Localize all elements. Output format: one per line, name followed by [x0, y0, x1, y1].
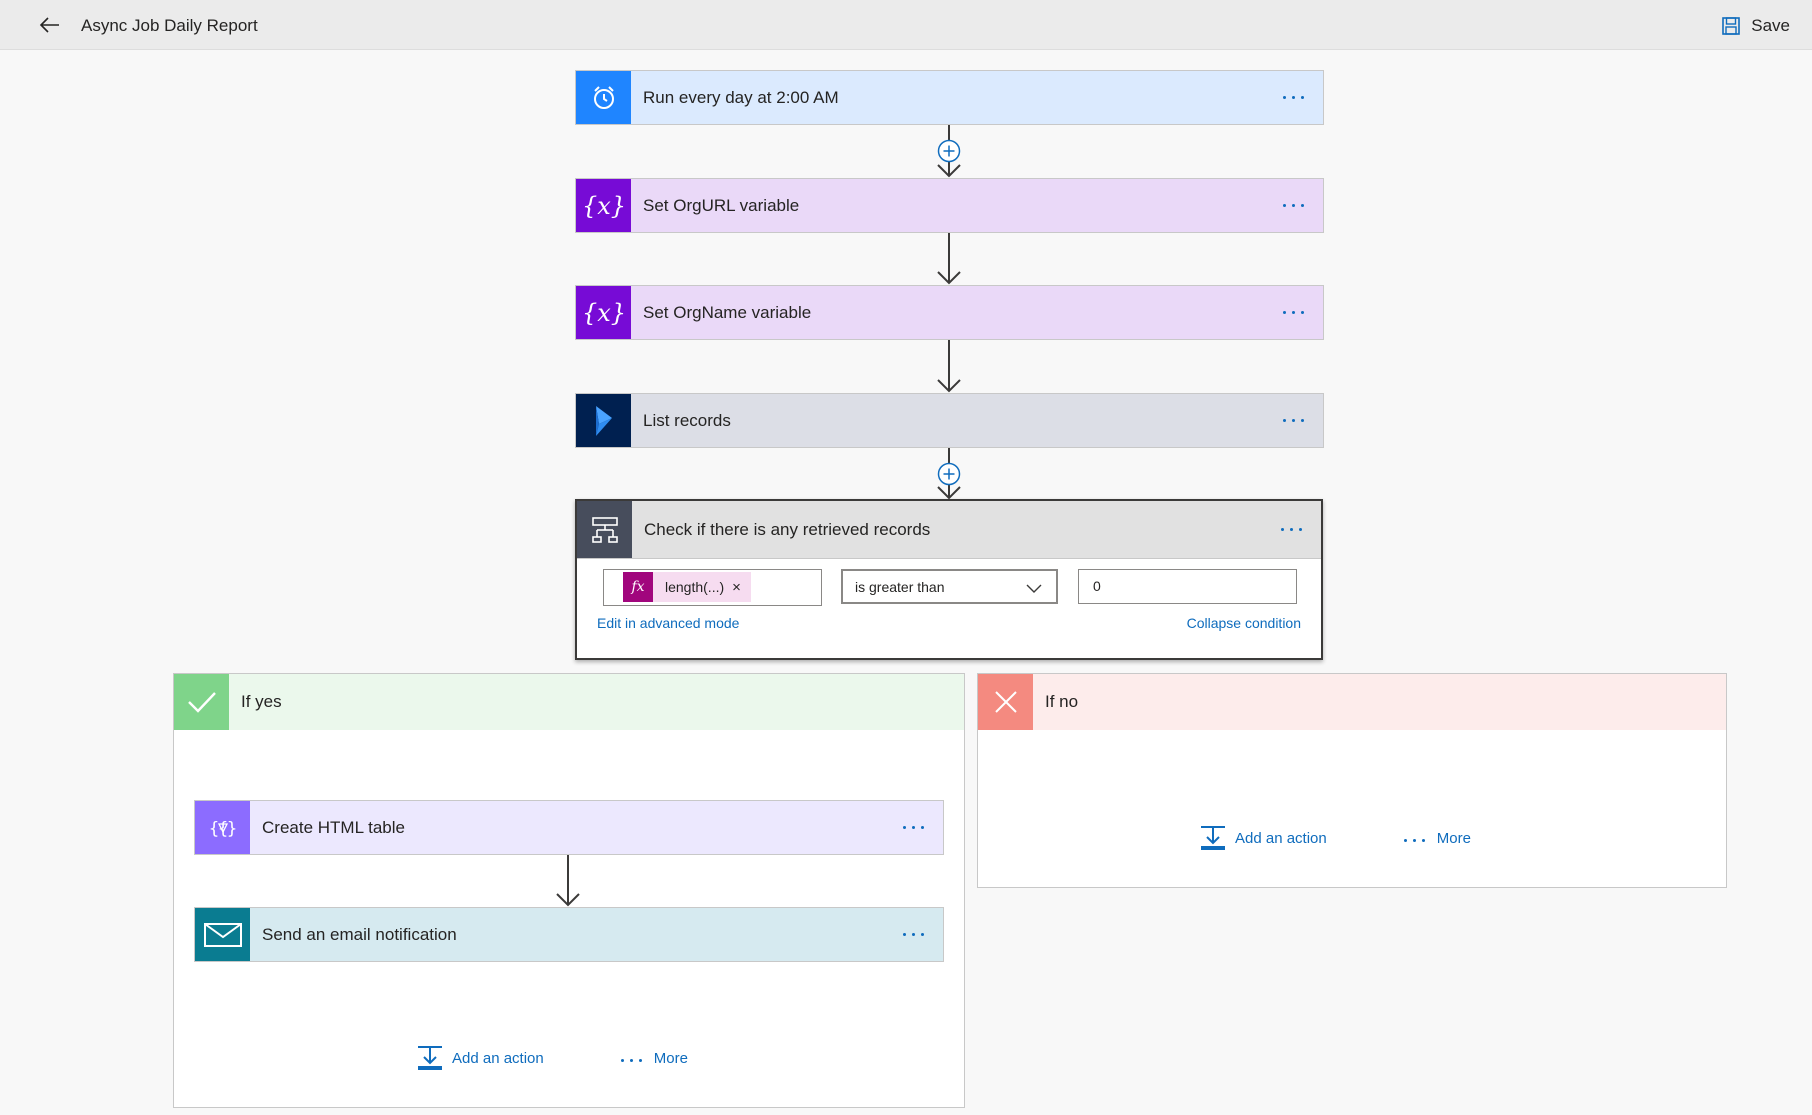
svg-text:{x}: {x}	[582, 192, 626, 220]
edit-advanced-mode-link[interactable]: Edit in advanced mode	[597, 615, 739, 631]
more-options-button[interactable]	[883, 908, 943, 961]
step-card-list-records[interactable]: List records	[575, 393, 1324, 448]
save-button[interactable]: Save	[1721, 12, 1790, 40]
more-options-button[interactable]	[1263, 71, 1323, 124]
step-label: Set OrgURL variable	[643, 195, 800, 215]
connector-arrow	[556, 855, 580, 907]
branch-no-add-row: Add an action More	[1200, 825, 1471, 851]
more-button[interactable]: More	[1401, 829, 1471, 847]
branch-icon-box	[174, 674, 229, 730]
connector-arrow	[937, 233, 961, 285]
expression-token-text: length(...)	[665, 579, 725, 595]
svg-text:}: }	[226, 819, 237, 839]
fx-icon: fx	[623, 572, 653, 602]
expression-token[interactable]: fx length(...) ×	[623, 572, 751, 602]
svg-text:{: {	[208, 819, 219, 839]
connector-arrow	[937, 340, 961, 393]
more-button[interactable]: More	[618, 1049, 688, 1067]
back-arrow-icon	[39, 17, 59, 33]
insert-step-plus-icon[interactable]	[937, 462, 961, 486]
step-icon-box	[576, 394, 631, 447]
add-an-action-button[interactable]: Add an action	[417, 1045, 544, 1071]
branch-yes-add-row: Add an action More	[417, 1045, 688, 1071]
more-options-button[interactable]	[1261, 501, 1321, 558]
branch-if-yes: If yes { { } Create HTML table Send an e…	[173, 673, 965, 1108]
condition-right-operand-field[interactable]: 0	[1078, 569, 1297, 604]
add-action-icon	[1201, 826, 1225, 850]
back-button[interactable]	[34, 10, 64, 40]
more-label: More	[653, 1049, 688, 1067]
step-icon-box	[195, 908, 250, 961]
branch-icon-box	[978, 674, 1033, 730]
step-label: Run every day at 2:00 AM	[643, 87, 839, 107]
insert-step-plus-icon[interactable]	[937, 139, 961, 163]
condition-value: 0	[1093, 578, 1101, 594]
mail-icon	[203, 922, 242, 947]
more-options-button[interactable]	[883, 801, 943, 854]
step-icon-box: { { }	[195, 801, 250, 854]
step-label: Send an email notification	[262, 924, 457, 944]
more-label: More	[1436, 829, 1471, 847]
collapse-condition-link[interactable]: Collapse condition	[1187, 615, 1301, 631]
add-an-action-button[interactable]: Add an action	[1200, 825, 1327, 851]
ellipsis-icon	[618, 1049, 645, 1067]
step-label: List records	[643, 410, 731, 430]
condition-left-operand-field[interactable]: fx length(...) ×	[603, 569, 822, 606]
operator-dropdown[interactable]: is greater than	[841, 569, 1058, 604]
condition-icon-box	[577, 501, 632, 558]
condition-label: Check if there is any retrieved records	[644, 519, 931, 539]
action-card-send-email[interactable]: Send an email notification	[194, 907, 944, 962]
variable-icon: {x}	[582, 299, 626, 327]
branch-if-no-header[interactable]: If no	[978, 674, 1726, 730]
dynamics-icon	[595, 405, 612, 436]
step-icon-box: {x}	[576, 179, 631, 232]
save-label: Save	[1751, 16, 1790, 35]
branch-if-no: If no Add an action More	[977, 673, 1727, 888]
branch-label: If no	[1045, 692, 1079, 711]
step-card-recurrence[interactable]: Run every day at 2:00 AM	[575, 70, 1324, 125]
svg-text:{x}: {x}	[582, 299, 626, 327]
step-icon-box: {x}	[576, 286, 631, 339]
step-label: Create HTML table	[262, 817, 405, 837]
condition-branch-icon	[591, 516, 618, 543]
condition-card[interactable]: Check if there is any retrieved records …	[575, 499, 1323, 660]
more-options-button[interactable]	[1263, 394, 1323, 447]
condition-header[interactable]: Check if there is any retrieved records	[577, 501, 1321, 559]
close-icon	[994, 691, 1017, 713]
top-bar: Async Job Daily Report Save	[0, 0, 1812, 50]
branch-label: If yes	[241, 692, 282, 711]
branch-if-yes-header[interactable]: If yes	[174, 674, 964, 730]
more-options-button[interactable]	[1263, 179, 1323, 232]
check-icon	[187, 692, 216, 713]
variable-icon: {x}	[582, 192, 626, 220]
data-operation-icon: { { }	[208, 819, 237, 839]
flow-title: Async Job Daily Report	[81, 16, 258, 35]
step-icon-box	[576, 71, 631, 124]
step-card-set-orgname[interactable]: {x} Set OrgName variable	[575, 285, 1324, 340]
action-card-create-html-table[interactable]: { { } Create HTML table	[194, 800, 944, 855]
ellipsis-icon	[1401, 829, 1428, 847]
remove-token-button[interactable]: ×	[732, 579, 741, 596]
more-options-button[interactable]	[1263, 286, 1323, 339]
add-action-icon	[418, 1046, 442, 1070]
step-card-set-orgurl[interactable]: {x} Set OrgURL variable	[575, 178, 1324, 233]
chevron-down-icon	[1026, 584, 1042, 593]
operator-value: is greater than	[855, 579, 945, 595]
step-label: Set OrgName variable	[643, 302, 812, 322]
alarm-clock-icon	[593, 85, 614, 109]
save-icon	[1722, 17, 1741, 35]
add-an-action-label: Add an action	[1235, 829, 1327, 847]
add-an-action-label: Add an action	[452, 1049, 544, 1067]
